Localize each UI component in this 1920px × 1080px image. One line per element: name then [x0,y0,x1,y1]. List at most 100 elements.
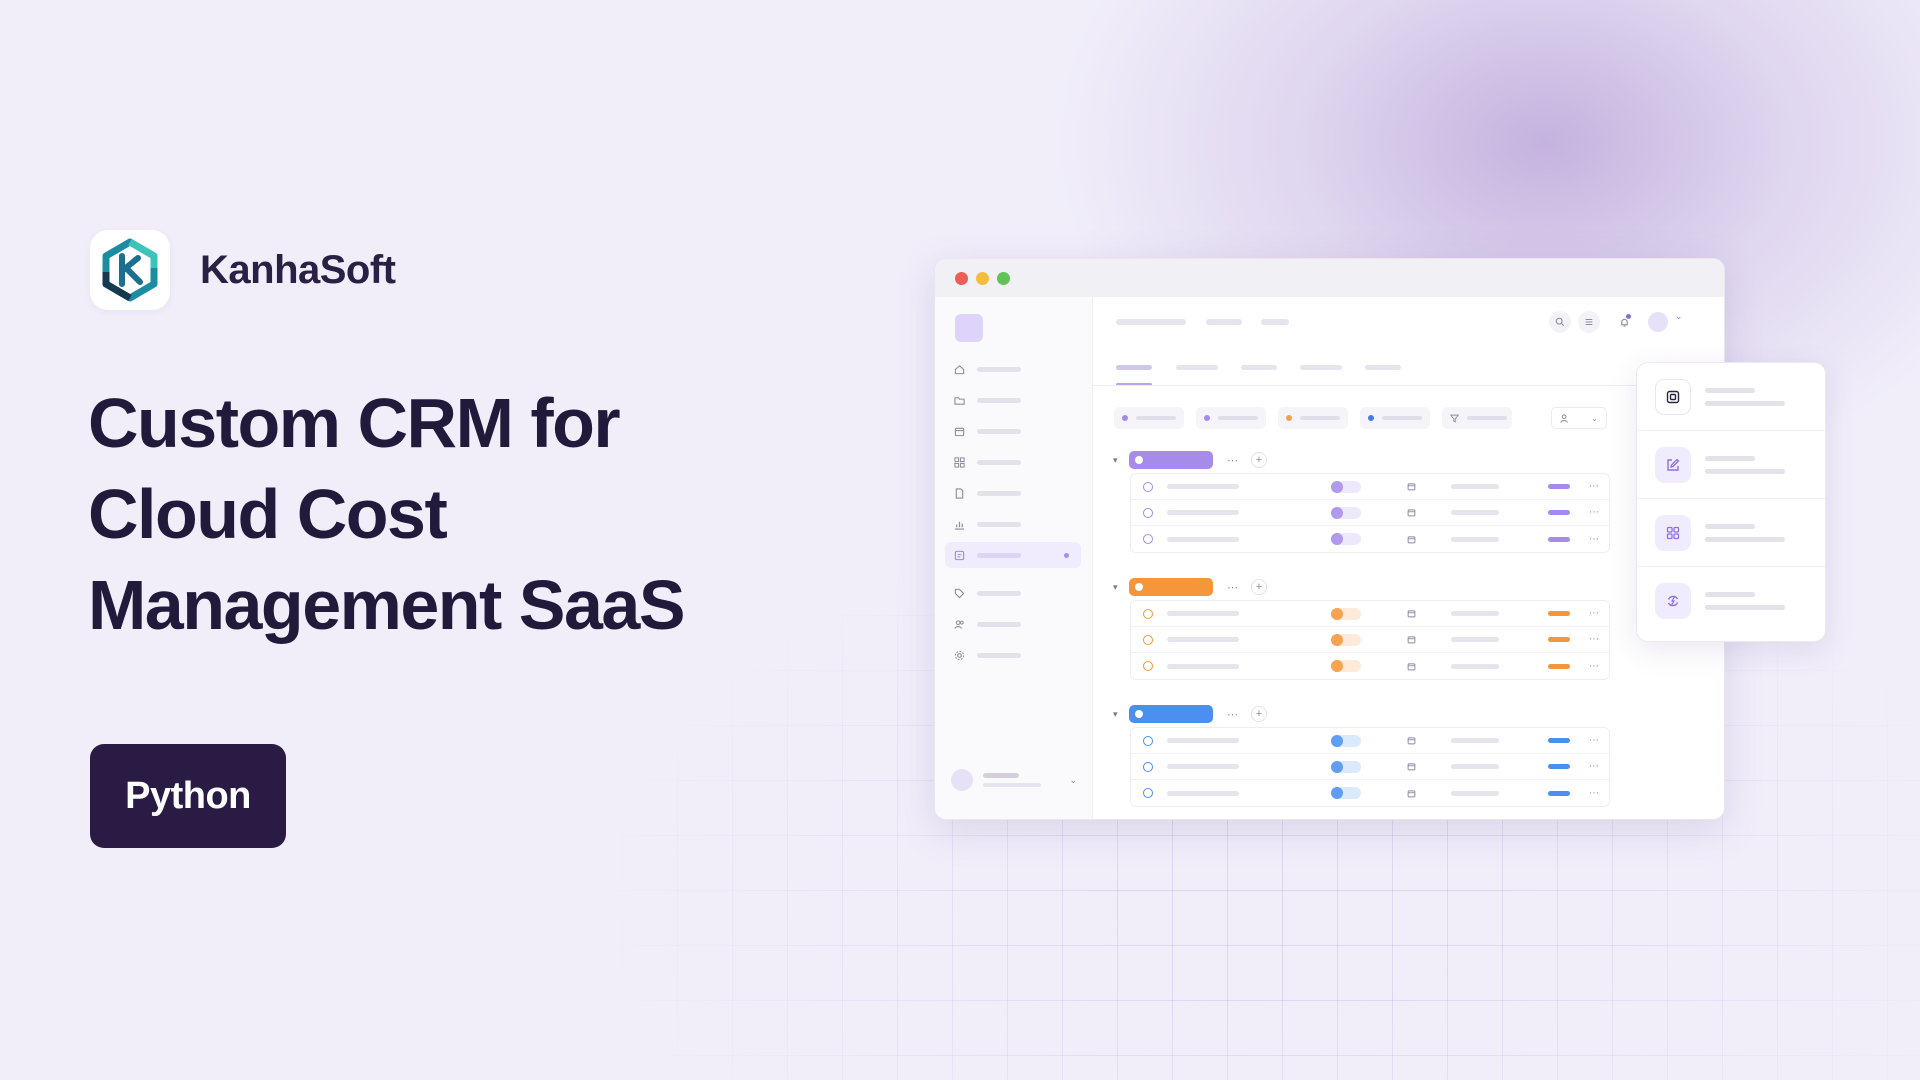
more-icon: ⋯ [1589,533,1600,545]
table-row: ⋯ [1131,500,1609,526]
users-icon [954,619,965,630]
panel-item [1637,499,1825,567]
panel-item [1637,363,1825,431]
priority-pill [1548,738,1570,743]
app-logo [955,314,983,342]
status-circle [1143,634,1153,645]
hexagon-k-logo [90,230,170,310]
users-icon [1560,413,1571,424]
calendar-icon [1407,762,1416,771]
grid-icon [954,456,965,468]
menu-icon [1578,311,1600,333]
assignee-avatar [1331,480,1361,493]
assignee-avatar [1331,787,1361,799]
tech-badge: Python [90,744,286,848]
mockup-main: ⌄ ⌄ ▾ ⋯ + ⋯ ⋯ ⋯ ▾ ⋯ + ⋯ ⋯ ⋯ ▾ ⋯ + ⋯ ⋯ ⋯ [1093,297,1724,819]
table-row: ⋯ [1131,780,1609,806]
assignee-avatar [1331,660,1361,672]
avatar [951,769,973,791]
status-circle [1143,735,1153,746]
assignee-avatar [1331,633,1361,646]
more-icon: ⋯ [1589,507,1600,518]
status-circle [1143,507,1153,518]
window-titlebar [935,259,1724,297]
settings-icon [954,650,965,661]
group-label [1129,451,1213,469]
more-icon: ⋯ [1227,581,1239,594]
assignee-avatar [1331,506,1361,519]
table-row: ⋯ [1131,601,1609,627]
plus-icon: + [1251,579,1267,595]
table-row: ⋯ [1131,526,1609,552]
status-circle [1143,661,1153,671]
more-icon: ⋯ [1227,454,1239,467]
calendar-icon [1407,609,1416,618]
priority-pill [1548,663,1570,669]
caret-down-icon: ▾ [1113,454,1118,465]
priority-pill [1548,637,1570,642]
sidebar-item-users [945,611,1081,637]
table-row: ⋯ [1131,754,1609,780]
task-table: ⋯ ⋯ ⋯ [1130,473,1610,553]
filter-chip [1114,407,1184,429]
calendar-icon [1407,789,1416,798]
table-row: ⋯ [1131,627,1609,653]
folder-icon [954,395,965,406]
chevron-down-icon: ⌄ [1591,413,1598,423]
calendar-icon [1407,635,1416,644]
close-dot [955,271,968,285]
assignee-avatar [1331,760,1361,773]
minimize-dot [976,271,989,285]
mockup-sidebar: ⌄ [935,297,1093,819]
assignee-avatar [1331,607,1361,620]
caret-down-icon: ▾ [1113,708,1118,719]
priority-pill [1548,484,1570,489]
app-mockup-window: ⌄ ⌄ ⌄ ▾ ⋯ + ⋯ ⋯ ⋯ ▾ ⋯ + ⋯ ⋯ ⋯ ▾ ⋯ + ⋯ ⋯ … [934,258,1725,820]
grid-icon [1655,514,1691,551]
refresh-icon [1655,583,1691,619]
sidebar-item-tag [945,580,1081,606]
group-label [1129,578,1213,596]
sidebar-item-settings [945,642,1081,668]
filter-chip [1360,407,1430,429]
chart-icon [954,519,965,530]
status-circle [1143,761,1153,772]
title-line: Management SaaS [88,566,686,644]
sidebar-item-tasks [945,542,1081,568]
sidebar-item-home [945,356,1081,382]
status-circle [1143,534,1153,544]
avatar [1648,312,1668,332]
more-icon: ⋯ [1589,761,1600,772]
task-list-icon [954,550,965,561]
brand-name: KanhaSoft [200,247,396,292]
document-icon [954,487,965,499]
edit-icon [1655,446,1691,483]
filter-chip [1196,407,1266,429]
sidebar-item-grid [945,449,1081,475]
sidebar-item-document [945,480,1081,506]
table-row: ⋯ [1131,728,1609,754]
calendar-icon [1407,736,1416,745]
more-icon: ⋯ [1589,787,1600,799]
home-icon [954,364,965,375]
calendar-icon [954,426,965,437]
more-icon: ⋯ [1589,481,1600,492]
more-icon: ⋯ [1227,708,1239,721]
plus-icon: + [1251,452,1267,468]
floating-action-panel [1636,362,1826,642]
group-header: ▾ ⋯ + [1113,705,1267,723]
task-table: ⋯ ⋯ ⋯ [1130,600,1610,680]
sidebar-item-chart [945,511,1081,537]
filter-icon [1450,414,1459,423]
status-circle [1143,481,1153,492]
sidebar-user-profile: ⌄ [951,769,1077,791]
assignee-avatar [1331,533,1361,545]
page-title: Custom CRM for Cloud Cost Management Saa… [88,378,788,651]
tab [1176,365,1218,370]
more-icon: ⋯ [1589,634,1600,645]
table-row: ⋯ [1131,474,1609,500]
maximize-dot [997,271,1010,285]
title-line: Custom CRM for [88,384,621,462]
brand: KanhaSoft [90,230,396,310]
tab [1300,365,1342,370]
